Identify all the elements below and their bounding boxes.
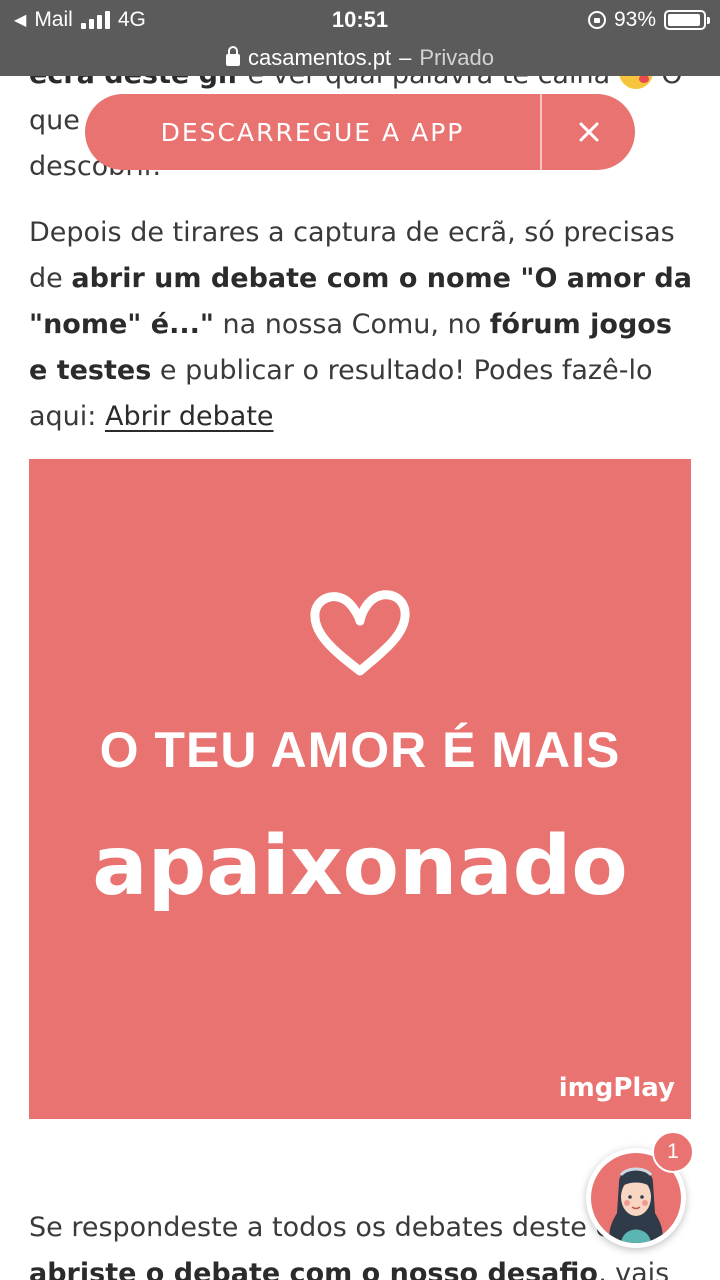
article: ecrá deste gif e ver qual palavra te cal… [0, 0, 720, 1280]
download-app-banner: DESCARREGUE A APP [85, 94, 635, 170]
close-banner-button[interactable] [542, 94, 635, 170]
heart-icon [310, 590, 410, 676]
open-debate-link[interactable]: Abrir debate [105, 401, 274, 432]
quiz-gif-image: O TEU AMOR É MAIS apaixonado imgPlay [29, 459, 691, 1119]
imgplay-watermark: imgPlay [558, 1073, 675, 1103]
battery-percent: 93% [613, 8, 656, 31]
rotation-lock-icon [587, 11, 606, 29]
status-right: 93% [587, 8, 710, 32]
url-domain: casamentos.pt [248, 45, 392, 70]
url-separator: – [399, 45, 412, 70]
gif-result-word: apaixonado [92, 819, 628, 914]
status-bar: ◀ Mail 4G 10:51 93% [0, 0, 720, 40]
download-app-button[interactable]: DESCARREGUE A APP [85, 118, 540, 147]
text: Se respondeste a todos os debates deste [29, 1212, 596, 1243]
battery-icon [664, 10, 710, 30]
text: que [29, 105, 80, 136]
close-icon [579, 122, 598, 142]
text: , vais [597, 1258, 670, 1280]
article-paragraph-instructions: Depois de tirares a captura de ecrã, só … [29, 210, 693, 440]
bold-text: abriste o debate com o nosso desafio [29, 1258, 598, 1280]
text: na nossa Comu, no [213, 309, 490, 340]
padlock-icon [226, 46, 241, 66]
private-mode-label: Privado [419, 45, 494, 70]
notification-badge: 1 [652, 1131, 694, 1173]
gif-headline: O TEU AMOR É MAIS [99, 722, 621, 778]
url-bar[interactable]: casamentos.pt – Privado [0, 40, 720, 76]
